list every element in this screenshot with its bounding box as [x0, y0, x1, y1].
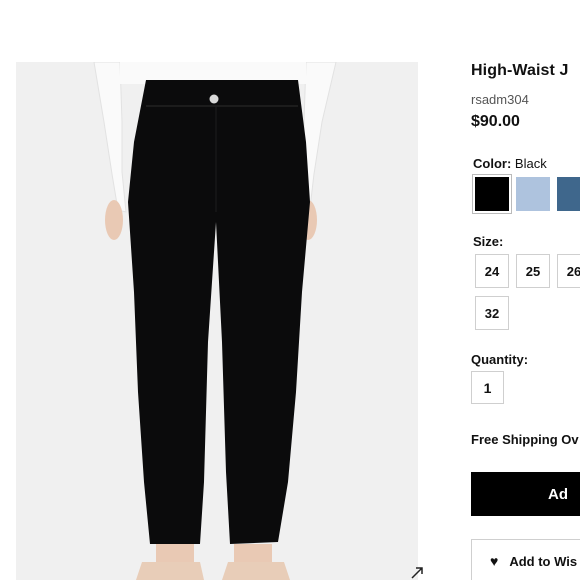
size-label: Size:	[473, 234, 504, 249]
add-to-bag-label: Ad	[548, 485, 568, 503]
product-sku: rsadm304	[471, 92, 529, 107]
quantity-input[interactable]: 1	[471, 371, 504, 404]
product-image[interactable]	[16, 62, 418, 580]
color-swatch-blue[interactable]	[557, 177, 580, 211]
add-to-wishlist-button[interactable]: ♥ Add to Wis	[471, 539, 580, 580]
product-title: High-Waist J	[471, 62, 569, 79]
quantity-label: Quantity:	[471, 352, 529, 367]
size-option-32[interactable]: 32	[475, 296, 509, 330]
product-price: $90.00	[471, 113, 520, 130]
color-label: Color: Black	[473, 156, 547, 171]
model-illustration	[93, 62, 337, 580]
color-swatch-light-blue[interactable]	[516, 177, 550, 211]
add-to-wishlist-label: Add to Wis	[509, 553, 578, 569]
color-swatch-black[interactable]	[472, 174, 512, 214]
add-to-bag-button[interactable]: Ad	[471, 472, 580, 516]
product-details: High-Waist J rsadm304 $90.00 Color: Blac…	[471, 0, 580, 580]
size-option-26[interactable]: 26	[557, 254, 580, 288]
color-label-text: Color:	[473, 156, 512, 171]
color-selected-value: Black	[514, 156, 547, 171]
size-option-25[interactable]: 25	[516, 254, 550, 288]
size-option-24[interactable]: 24	[475, 254, 509, 288]
shipping-notice: Free Shipping Ov	[471, 432, 579, 447]
expand-icon[interactable]	[410, 566, 424, 580]
heart-icon: ♥	[490, 553, 499, 569]
